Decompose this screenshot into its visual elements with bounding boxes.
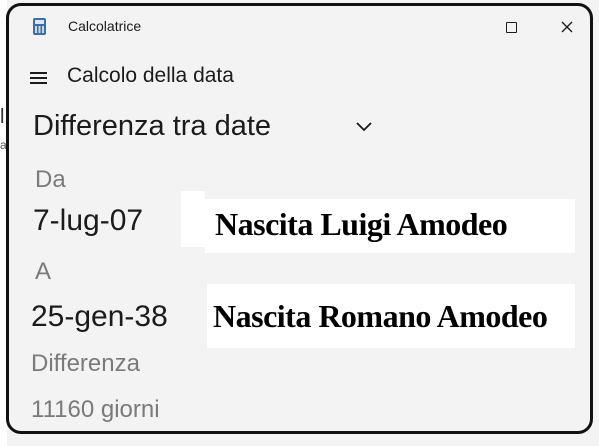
maximize-button[interactable]	[496, 14, 526, 40]
page-title: Calcolo della data	[67, 64, 234, 87]
app-title: Calcolatrice	[68, 18, 142, 34]
chevron-down-icon	[356, 122, 372, 132]
close-icon	[561, 21, 573, 33]
calculation-mode-value: Differenza tra date	[33, 110, 272, 142]
page-header: Calcolo della data	[9, 58, 590, 98]
hamburger-menu-icon[interactable]	[30, 72, 47, 84]
title-bar[interactable]: Calcolatrice	[9, 6, 590, 48]
calculator-icon	[33, 18, 46, 35]
to-date-annotation: Nascita Romano Amodeo	[213, 298, 548, 334]
difference-label: Differenza	[31, 350, 140, 377]
calculation-mode-dropdown[interactable]: Differenza tra date	[33, 108, 383, 148]
maximize-icon	[505, 21, 517, 33]
to-date-label: A	[35, 258, 52, 285]
from-date-label: Da	[35, 166, 66, 193]
calculator-window: Calcolatrice Calcolo della data Differen…	[6, 3, 593, 434]
close-button[interactable]	[552, 14, 582, 40]
annotation-background	[181, 191, 205, 247]
from-date-picker[interactable]: 7-lug-07	[33, 204, 143, 238]
difference-value: 11160 giorni	[31, 396, 160, 423]
screenshot-stage: l a Calcolatrice Calcolo della data Diff…	[0, 0, 599, 446]
to-date-picker[interactable]: 25-gen-38	[31, 300, 168, 334]
from-date-annotation: Nascita Luigi Amodeo	[215, 206, 508, 242]
